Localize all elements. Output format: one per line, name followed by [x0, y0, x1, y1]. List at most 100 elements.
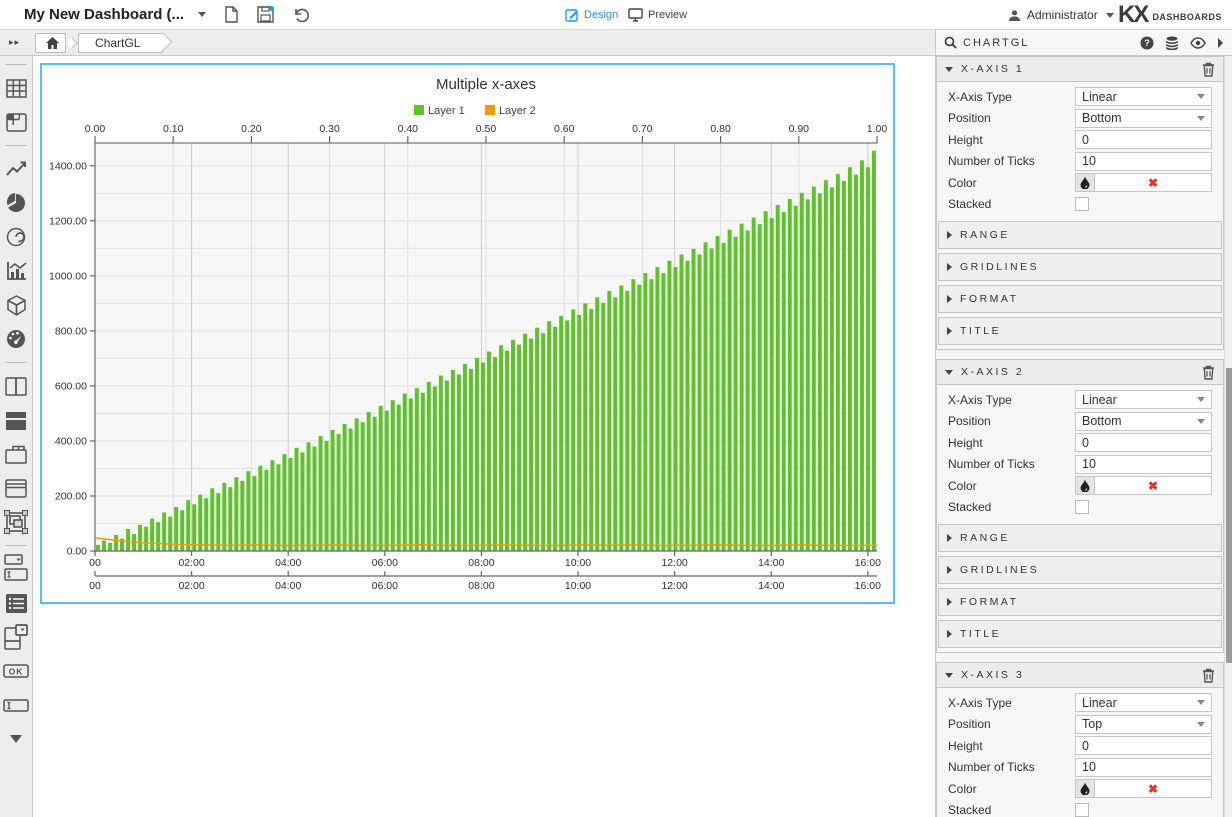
- section-header-x-axis-2[interactable]: X-AXIS 2: [937, 360, 1223, 385]
- sidebar-listbox-icon[interactable]: [3, 590, 29, 616]
- sidebar-gauge-icon[interactable]: [3, 326, 29, 352]
- svg-text:14:00: 14:00: [758, 557, 784, 569]
- color-picker-button[interactable]: [1075, 476, 1095, 495]
- delete-axis-trash-icon[interactable]: [1202, 365, 1215, 380]
- delete-axis-trash-icon[interactable]: [1202, 62, 1215, 77]
- color-clear-button[interactable]: ✖: [1095, 476, 1212, 495]
- expand-tree-icon[interactable]: ▸▸: [9, 37, 20, 48]
- sidebar-line-chart-icon[interactable]: [3, 156, 29, 182]
- number-of-ticks-input[interactable]: 10: [1075, 152, 1212, 171]
- svg-text:0.80: 0.80: [710, 123, 731, 135]
- sidebar-tabs-icon[interactable]: [3, 441, 29, 467]
- x-axis-type-select[interactable]: Linear: [1075, 87, 1212, 106]
- chartgl-widget[interactable]: 0.000.100.200.300.400.500.600.700.800.90…: [40, 63, 895, 604]
- position-select[interactable]: Bottom: [1075, 412, 1212, 431]
- stacked-checkbox[interactable]: [1075, 803, 1089, 817]
- dashboard-title[interactable]: My New Dashboard (...: [24, 6, 184, 23]
- dashboard-menu-caret-icon[interactable]: [198, 12, 206, 17]
- position-select[interactable]: Top: [1075, 715, 1212, 734]
- height-input[interactable]: 0: [1075, 130, 1212, 149]
- data-sources-icon[interactable]: [1165, 36, 1179, 50]
- height-input[interactable]: 0: [1075, 736, 1212, 755]
- panel-scrollbar[interactable]: [1224, 56, 1232, 817]
- collapse-panel-icon[interactable]: [1217, 38, 1224, 48]
- sidebar-breakpoint-panel-icon[interactable]: [3, 624, 29, 650]
- save-icon[interactable]: [257, 6, 274, 23]
- number-of-ticks-input[interactable]: 10: [1075, 758, 1212, 777]
- design-pencil-icon: [565, 8, 579, 22]
- sidebar-header-rows-icon[interactable]: [3, 407, 29, 433]
- help-icon[interactable]: ?: [1140, 36, 1154, 50]
- sidebar-text-field-icon[interactable]: [3, 692, 29, 718]
- preview-tab[interactable]: Preview: [628, 0, 687, 30]
- sidebar-pivot-grid-icon[interactable]: [3, 109, 29, 135]
- subsection-title: GRIDLINES: [960, 261, 1039, 273]
- sidebar-dial-icon[interactable]: [3, 224, 29, 250]
- expand-caret-icon: [947, 598, 952, 606]
- svg-text:1000.00: 1000.00: [49, 270, 87, 282]
- field-label-height: Height: [948, 739, 983, 753]
- subsection-x-axis-2-title[interactable]: TITLE: [938, 620, 1222, 648]
- color-picker-button[interactable]: [1075, 779, 1095, 798]
- eye-icon[interactable]: [1190, 37, 1206, 49]
- field-label-height: Height: [948, 133, 983, 147]
- sidebar-ok-button-icon[interactable]: OK: [3, 658, 29, 684]
- subsection-x-axis-2-range[interactable]: RANGE: [938, 524, 1222, 552]
- breadcrumb-page[interactable]: ChartGL: [78, 33, 163, 53]
- color-picker-button[interactable]: [1075, 173, 1095, 192]
- stacked-checkbox[interactable]: [1075, 500, 1089, 514]
- expand-caret-icon: [947, 630, 952, 638]
- sidebar-scroll-down-icon[interactable]: [3, 726, 29, 752]
- number-of-ticks-input[interactable]: 10: [1075, 455, 1212, 474]
- sidebar-form-controls-icon[interactable]: [3, 556, 29, 582]
- undo-icon[interactable]: [292, 6, 309, 23]
- design-canvas[interactable]: 0.000.100.200.300.400.500.600.700.800.90…: [33, 56, 935, 817]
- section-header-x-axis-3[interactable]: X-AXIS 3: [937, 663, 1223, 688]
- subsection-x-axis-2-gridlines[interactable]: GRIDLINES: [938, 556, 1222, 584]
- user-name: Administrator: [1027, 8, 1098, 22]
- subsection-x-axis-1-format[interactable]: FORMAT: [938, 285, 1222, 313]
- sidebar-canvas-group-icon[interactable]: [3, 509, 29, 535]
- delete-axis-trash-icon[interactable]: [1202, 668, 1215, 683]
- new-document-icon[interactable]: [224, 6, 239, 23]
- x-axis-type-select[interactable]: Linear: [1075, 390, 1212, 409]
- search-icon[interactable]: [944, 36, 957, 49]
- svg-text:0.00: 0.00: [67, 546, 88, 558]
- svg-text:06:00: 06:00: [372, 557, 398, 569]
- design-tab[interactable]: Design: [565, 0, 618, 30]
- preview-label: Preview: [648, 9, 687, 21]
- svg-text:08:00: 08:00: [468, 580, 494, 592]
- subsection-x-axis-1-range[interactable]: RANGE: [938, 221, 1222, 249]
- sidebar-cube-3d-icon[interactable]: [3, 292, 29, 318]
- sidebar-columns-layout-icon[interactable]: [3, 373, 29, 399]
- svg-text:10:00: 10:00: [565, 580, 591, 592]
- x-axis-type-value: Linear: [1082, 393, 1117, 407]
- collapse-caret-icon: [945, 370, 953, 375]
- subsection-title: TITLE: [960, 325, 1001, 337]
- field-row-color: Color✖: [937, 778, 1223, 800]
- subsection-x-axis-1-gridlines[interactable]: GRIDLINES: [938, 253, 1222, 281]
- panel-scrollbar-thumb[interactable]: [1226, 368, 1232, 663]
- x-axis-type-select[interactable]: Linear: [1075, 693, 1212, 712]
- color-clear-button[interactable]: ✖: [1095, 173, 1212, 192]
- sidebar-pie-chart-icon[interactable]: [3, 190, 29, 216]
- svg-text:0.60: 0.60: [554, 123, 575, 135]
- user-menu[interactable]: Administrator: [1008, 0, 1114, 30]
- section-header-x-axis-1[interactable]: X-AXIS 1: [937, 57, 1223, 82]
- svg-text:04:00: 04:00: [275, 580, 301, 592]
- breadcrumb-home[interactable]: [35, 33, 66, 53]
- sidebar-accordion-icon[interactable]: [3, 475, 29, 501]
- color-clear-button[interactable]: ✖: [1095, 779, 1212, 798]
- svg-text:00: 00: [89, 580, 101, 592]
- height-input[interactable]: 0: [1075, 433, 1212, 452]
- stacked-checkbox[interactable]: [1075, 197, 1089, 211]
- svg-text:12:00: 12:00: [661, 557, 687, 569]
- position-select[interactable]: Bottom: [1075, 109, 1212, 128]
- section-title: X-AXIS 2: [961, 366, 1024, 378]
- home-icon: [46, 37, 59, 49]
- subsection-x-axis-2-format[interactable]: FORMAT: [938, 588, 1222, 616]
- field-row-stacked: Stacked: [937, 194, 1223, 216]
- sidebar-table-icon[interactable]: [3, 75, 29, 101]
- subsection-x-axis-1-title[interactable]: TITLE: [938, 317, 1222, 345]
- sidebar-chartgl-icon[interactable]: [3, 258, 29, 284]
